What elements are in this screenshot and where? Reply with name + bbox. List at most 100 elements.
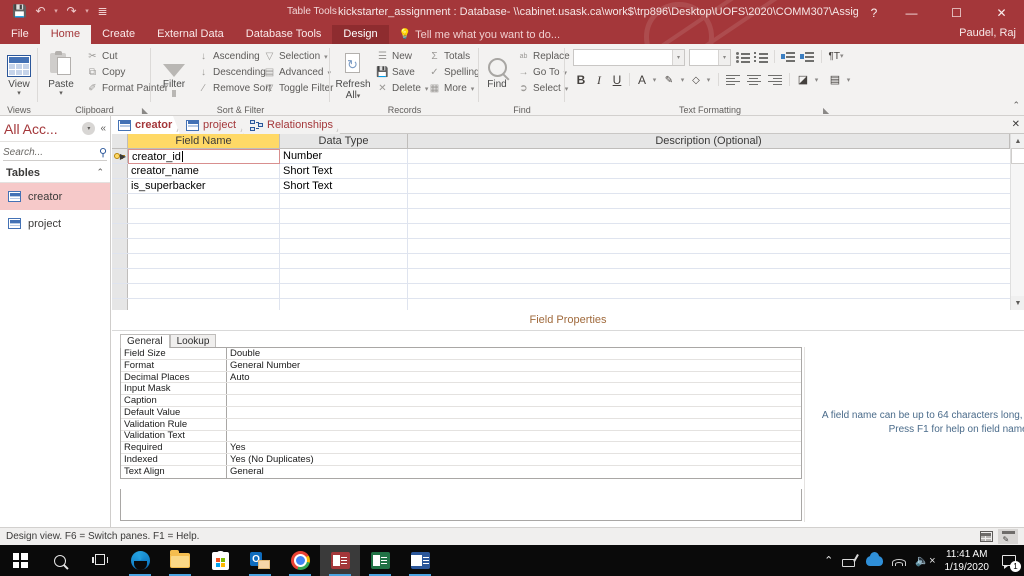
search-icon[interactable]: ⚲ [99, 146, 107, 159]
cut-button[interactable]: ✂ Cut [86, 49, 118, 64]
field-name-cell[interactable]: is_superbacker [128, 179, 280, 193]
clock[interactable]: 11:41 AM 1/19/2020 [945, 548, 990, 574]
property-row[interactable]: Validation Rule [121, 419, 801, 431]
redo-dropdown-icon[interactable]: ▾ [83, 7, 91, 15]
row-selector[interactable]: ▶ [112, 149, 128, 163]
collapse-nav-pane-icon[interactable]: « [100, 123, 106, 134]
text-direction-button[interactable]: ¶T ▾ [827, 47, 845, 65]
property-value[interactable]: General [227, 466, 801, 478]
chevron-down-icon[interactable]: ▾ [82, 122, 95, 135]
row-selector[interactable] [112, 194, 128, 208]
undo-dropdown-icon[interactable]: ▾ [52, 7, 60, 15]
taskbar-word[interactable]: W [400, 545, 440, 576]
pen-workspace-icon[interactable] [842, 555, 857, 567]
property-row[interactable]: Input Mask [121, 383, 801, 395]
taskbar-microsoft-store[interactable] [200, 545, 240, 576]
description-cell[interactable] [408, 209, 1010, 223]
text-formatting-dialog-launcher-icon[interactable]: ◣ [823, 106, 1021, 115]
taskbar-file-explorer[interactable] [160, 545, 200, 576]
table-row-empty[interactable] [112, 269, 1024, 284]
field-name-cell[interactable] [128, 194, 280, 208]
align-center-button[interactable] [745, 71, 763, 89]
property-row[interactable]: FormatGeneral Number [121, 360, 801, 372]
table-row-empty[interactable] [112, 284, 1024, 299]
select-button[interactable]: ➲ Select ▾ [517, 81, 568, 96]
help-button[interactable]: ? [859, 0, 889, 25]
property-row[interactable]: Default Value [121, 407, 801, 419]
more-dropdown-icon[interactable]: ▾ [471, 85, 475, 93]
gridlines-dropdown-icon[interactable]: ▾ [847, 76, 851, 84]
remove-sort-button[interactable]: ∕ Remove Sort [197, 81, 271, 96]
property-value[interactable] [227, 431, 801, 442]
table-row[interactable]: creator_name Short Text [112, 164, 1024, 179]
totals-button[interactable]: Σ Totals [428, 49, 470, 64]
notification-center-button[interactable]: 1 [998, 551, 1020, 571]
description-cell[interactable] [408, 284, 1010, 298]
property-value[interactable] [227, 419, 801, 430]
font-color-button[interactable]: A [635, 71, 649, 89]
collapse-ribbon-icon[interactable]: ⌃ [1012, 100, 1020, 111]
font-size-combo[interactable]: ▾ [689, 49, 731, 66]
datasheet-format-button[interactable]: ◪ [795, 70, 811, 88]
tab-project[interactable]: project [180, 116, 244, 134]
filter-button[interactable]: Filter [154, 47, 194, 90]
quick-access-toolbar[interactable]: 💾 ↶ ▾ ↷ ▾ ≣ [10, 2, 112, 20]
view-shortcut-buttons[interactable]: ✎ [976, 529, 1024, 544]
undo-icon[interactable]: ↶ [31, 2, 50, 20]
chevron-up-icon[interactable]: ⌃ [96, 167, 104, 178]
data-type-cell[interactable] [280, 209, 408, 223]
underline-button[interactable]: U [610, 71, 624, 89]
background-color-button[interactable]: ◇ [689, 71, 703, 89]
description-cell[interactable] [408, 254, 1010, 268]
ribbon-tab-bar[interactable]: File Home Create External Data Database … [0, 25, 570, 44]
bold-button[interactable]: B [574, 71, 588, 89]
save-icon[interactable]: 💾 [10, 2, 29, 20]
taskbar-outlook[interactable]: O [240, 545, 280, 576]
more-button[interactable]: ▦ More ▾ [428, 81, 474, 96]
field-properties-tabs[interactable]: General Lookup [120, 333, 216, 348]
data-type-cell[interactable]: Short Text [280, 179, 408, 193]
data-type-cell[interactable]: Short Text [280, 164, 408, 178]
bulleted-list-button[interactable] [735, 48, 751, 66]
decrease-indent-button[interactable] [780, 48, 796, 66]
field-name-cell[interactable]: creator_name [128, 164, 280, 178]
scrollbar-thumb[interactable] [1011, 148, 1024, 164]
property-value[interactable]: Double [227, 348, 801, 359]
wifi-icon[interactable] [892, 555, 906, 566]
description-cell[interactable] [408, 269, 1010, 283]
increase-indent-button[interactable] [799, 48, 815, 66]
description-cell[interactable] [408, 149, 1010, 163]
close-button[interactable]: ✕ [979, 0, 1024, 25]
taskbar-excel[interactable]: X [360, 545, 400, 576]
sidebar-item-project[interactable]: project [0, 210, 110, 237]
spelling-button[interactable]: ✓ Spelling [428, 65, 480, 80]
field-name-cell[interactable] [128, 209, 280, 223]
paste-button[interactable]: Paste ▾ [41, 47, 81, 97]
navigation-pane-header[interactable]: All Acc... ▾ « [0, 116, 110, 142]
description-cell[interactable] [408, 224, 1010, 238]
grid-vertical-scrollbar[interactable]: ▲ ▼ [1010, 134, 1024, 310]
property-value[interactable]: Yes [227, 442, 801, 453]
table-row-empty[interactable] [112, 194, 1024, 209]
text-direction-dropdown-icon[interactable]: ▾ [840, 52, 844, 60]
nav-search-box[interactable]: Search... ⚲ [3, 144, 107, 161]
onedrive-icon[interactable] [866, 556, 883, 566]
scroll-down-icon[interactable]: ▼ [1011, 296, 1024, 310]
description-cell[interactable] [408, 239, 1010, 253]
selection-dropdown-icon[interactable]: ▾ [324, 53, 328, 61]
toggle-filter-button[interactable]: ▽ Toggle Filter [263, 81, 333, 96]
start-button[interactable] [0, 545, 40, 576]
save-record-button[interactable]: 💾 Save [376, 65, 415, 80]
property-value[interactable] [227, 383, 801, 394]
font-color-dropdown-icon[interactable]: ▾ [653, 76, 657, 84]
tab-creator[interactable]: creator [112, 116, 180, 134]
column-header-field-name[interactable]: Field Name [128, 134, 280, 148]
sort-descending-button[interactable]: ↓ Descending [197, 65, 266, 80]
delete-record-button[interactable]: ✕ Delete ▾ [376, 81, 428, 96]
ribbon-tab-home[interactable]: Home [40, 25, 91, 44]
ribbon-tab-database-tools[interactable]: Database Tools [235, 25, 333, 44]
property-row[interactable]: Text AlignGeneral [121, 466, 801, 478]
nav-group-tables[interactable]: Tables ⌃ [0, 163, 110, 183]
property-row[interactable]: RequiredYes [121, 442, 801, 454]
customize-qat-icon[interactable]: ≣ [93, 2, 112, 20]
